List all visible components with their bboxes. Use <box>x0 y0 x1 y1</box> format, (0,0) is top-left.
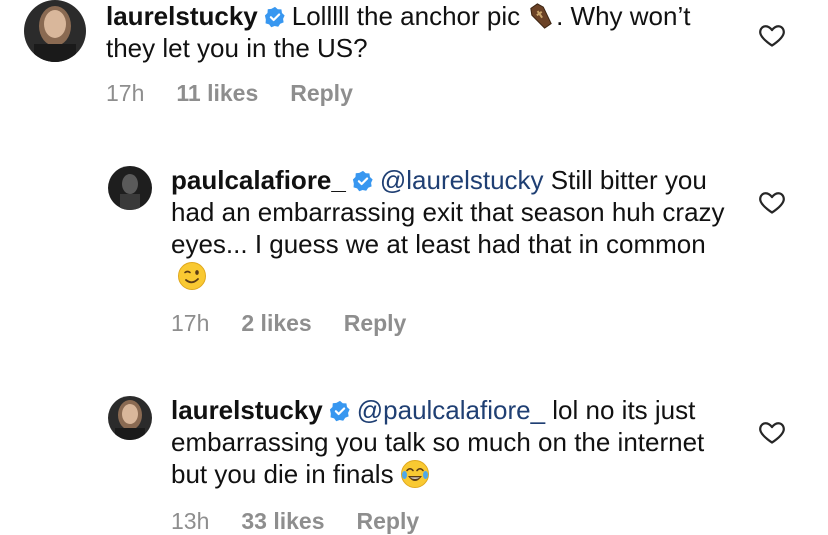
timestamp: 13h <box>171 508 210 534</box>
avatar-laurelstucky[interactable] <box>108 396 152 440</box>
avatar-image <box>24 0 86 62</box>
heart-outline-icon[interactable] <box>758 21 786 49</box>
heart-outline-icon[interactable] <box>758 188 786 216</box>
tears-of-joy-emoji-icon <box>400 460 429 488</box>
avatar-laurelstucky[interactable] <box>24 0 86 62</box>
mention-link[interactable]: @laurelstucky <box>380 165 544 195</box>
heart-outline-icon[interactable] <box>758 418 786 446</box>
winking-face-emoji-icon <box>178 262 206 290</box>
verified-badge-icon <box>329 400 350 422</box>
username[interactable]: paulcalafiore_ <box>171 165 346 195</box>
likes-count[interactable]: 11 likes <box>176 80 258 106</box>
reply-button[interactable]: Reply <box>357 508 420 534</box>
coffin-emoji-icon <box>530 3 552 29</box>
comment-text: laurelstucky Lolllll the anchor pic. Why … <box>106 0 706 64</box>
verified-badge-icon <box>264 6 285 28</box>
avatar-paulcalafiore[interactable] <box>108 166 152 210</box>
verified-badge-icon <box>352 170 373 192</box>
likes-count[interactable]: 2 likes <box>241 310 311 336</box>
reply-button[interactable]: Reply <box>290 80 353 106</box>
comment-meta: 17h 11 likes Reply <box>106 80 385 107</box>
likes-count[interactable]: 33 likes <box>241 508 324 534</box>
mention-link[interactable]: @paulcalafiore_ <box>357 395 545 425</box>
comment-meta: 17h 2 likes Reply <box>171 310 438 337</box>
username[interactable]: laurelstucky <box>106 1 258 31</box>
comment-text: laurelstucky @paulcalafiore_ lol no its j… <box>171 394 731 490</box>
username[interactable]: laurelstucky <box>171 395 323 425</box>
reply-button[interactable]: Reply <box>344 310 407 336</box>
timestamp: 17h <box>106 80 145 106</box>
comment-meta: 13h 33 likes Reply <box>171 508 451 535</box>
comment-text: paulcalafiore_ @laurelstucky Still bitter… <box>171 164 731 292</box>
avatar-image <box>108 396 152 440</box>
timestamp: 17h <box>171 310 210 336</box>
comment-body: Lolllll the anchor pic <box>291 1 521 31</box>
avatar-image <box>108 166 152 210</box>
